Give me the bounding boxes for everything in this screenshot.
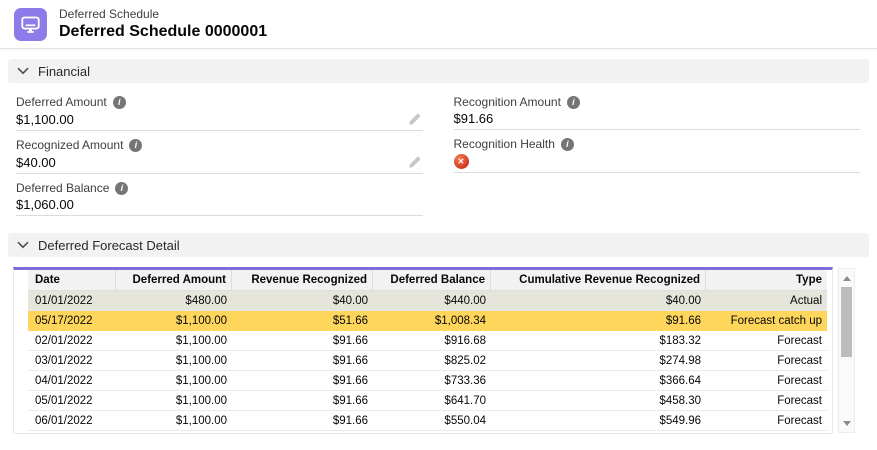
section-title-deferred-forecast-detail: Deferred Forecast Detail [38,238,180,253]
forecast-table: Date Deferred Amount Revenue Recognized … [13,267,833,434]
chevron-down-icon[interactable] [17,67,29,75]
cell-deferred-amount: $1,100.00 [116,315,232,327]
column-header-type[interactable]: Type [706,270,827,290]
vertical-scrollbar[interactable] [838,268,855,433]
scrollbar-thumb[interactable] [841,287,852,357]
field-recognition-amount: Recognition Amount i $91.66 [454,88,861,130]
record-object-label: Deferred Schedule [59,7,267,22]
field-recognition-health: Recognition Health i ✕ [454,130,861,173]
field-label: Deferred Balance [16,181,109,195]
section-header-financial[interactable]: Financial [8,59,869,83]
cell-type: Forecast [706,355,827,367]
field-label: Deferred Amount [16,95,107,109]
column-header-deferred-amount[interactable]: Deferred Amount [116,270,232,290]
cell-deferred-amount: $480.00 [116,295,232,307]
cell-revenue-recognized: $91.66 [232,335,373,347]
cell-type: Forecast [706,395,827,407]
page-title: Deferred Schedule 0000001 [59,22,267,42]
field-deferred-balance: Deferred Balance i $1,060.00 [16,174,423,216]
cell-date: 02/01/2022 [28,335,116,347]
cell-revenue-recognized: $51.66 [232,315,373,327]
cell-deferred-amount: $1,100.00 [116,415,232,427]
edit-pencil-icon[interactable] [407,154,423,170]
cell-revenue-recognized: $91.66 [232,415,373,427]
chevron-down-icon[interactable] [17,241,29,249]
cell-date: 01/01/2022 [28,295,116,307]
cell-cumulative-revenue-recognized: $458.30 [491,395,706,407]
cell-date: 06/01/2022 [28,415,116,427]
field-label: Recognition Health [454,137,555,151]
cell-deferred-balance: $641.70 [373,395,491,407]
info-icon[interactable]: i [129,139,142,152]
info-icon[interactable]: i [115,182,128,195]
table-row-clipped[interactable] [28,431,827,434]
cell-revenue-recognized: $91.66 [232,375,373,387]
cell-date: 04/01/2022 [28,375,116,387]
cell-cumulative-revenue-recognized: $40.00 [491,295,706,307]
cell-deferred-balance: $916.68 [373,335,491,347]
cell-revenue-recognized: $91.66 [232,355,373,367]
field-value: $1,060.00 [16,197,74,212]
section-title-financial: Financial [38,64,90,79]
financial-fields: Deferred Amount i $1,100.00 Recognized A… [16,88,860,216]
cell-type: Actual [706,295,827,307]
table-row[interactable]: 05/01/2022 $1,100.00 $91.66 $641.70 $458… [28,391,827,411]
field-value: $40.00 [16,155,56,170]
field-deferred-amount: Deferred Amount i $1,100.00 [16,88,423,131]
cell-cumulative-revenue-recognized: $183.32 [491,335,706,347]
cell-date: 03/01/2022 [28,355,116,367]
section-header-deferred-forecast-detail[interactable]: Deferred Forecast Detail [8,233,869,257]
field-value: $91.66 [454,111,494,126]
column-header-revenue-recognized[interactable]: Revenue Recognized [232,270,373,290]
cell-deferred-amount: $1,100.00 [116,355,232,367]
cell-deferred-balance: $733.36 [373,375,491,387]
cell-date: 05/17/2022 [28,315,116,327]
cell-deferred-amount: $1,100.00 [116,335,232,347]
field-recognized-amount: Recognized Amount i $40.00 [16,131,423,174]
deferred-schedule-record-icon [14,8,47,41]
fields-left-column: Deferred Amount i $1,100.00 Recognized A… [16,88,423,216]
cell-cumulative-revenue-recognized: $274.98 [491,355,706,367]
field-value: $1,100.00 [16,112,74,127]
cell-date: 05/01/2022 [28,395,116,407]
cell-deferred-balance: $1,008.34 [373,315,491,327]
cell-cumulative-revenue-recognized: $549.96 [491,415,706,427]
error-status-icon: ✕ [454,154,469,169]
cell-type: Forecast [706,415,827,427]
table-row[interactable]: 01/01/2022 $480.00 $40.00 $440.00 $40.00… [28,291,827,311]
column-header-date[interactable]: Date [28,270,116,290]
cell-type: Forecast [706,335,827,347]
cell-type: Forecast [706,375,827,387]
table-row-highlighted[interactable]: 05/17/2022 $1,100.00 $51.66 $1,008.34 $9… [28,311,827,331]
scroll-up-arrow-icon[interactable] [839,271,854,285]
cell-type: Forecast catch up [706,315,827,327]
cell-deferred-balance: $550.04 [373,415,491,427]
info-icon[interactable]: i [561,138,574,151]
fields-right-column: Recognition Amount i $91.66 Recognition … [454,88,861,216]
column-header-deferred-balance[interactable]: Deferred Balance [373,270,491,290]
cell-revenue-recognized: $91.66 [232,395,373,407]
cell-revenue-recognized: $40.00 [232,295,373,307]
table-row[interactable]: 04/01/2022 $1,100.00 $91.66 $733.36 $366… [28,371,827,391]
column-header-cumulative-revenue-recognized[interactable]: Cumulative Revenue Recognized [491,270,706,290]
cell-deferred-balance: $440.00 [373,295,491,307]
cell-deferred-amount: $1,100.00 [116,395,232,407]
field-label: Recognition Amount [454,95,561,109]
table-header-row: Date Deferred Amount Revenue Recognized … [28,270,827,291]
forecast-table-area: Date Deferred Amount Revenue Recognized … [13,267,877,434]
info-icon[interactable]: i [567,96,580,109]
cell-cumulative-revenue-recognized: $91.66 [491,315,706,327]
cell-deferred-balance: $825.02 [373,355,491,367]
desktop-monitor-icon [20,14,41,35]
table-row[interactable]: 03/01/2022 $1,100.00 $91.66 $825.02 $274… [28,351,827,371]
field-label: Recognized Amount [16,138,123,152]
table-row[interactable]: 06/01/2022 $1,100.00 $91.66 $550.04 $549… [28,411,827,431]
edit-pencil-icon[interactable] [407,111,423,127]
record-header: Deferred Schedule Deferred Schedule 0000… [0,0,877,49]
scroll-down-arrow-icon[interactable] [839,416,854,430]
cell-deferred-amount: $1,100.00 [116,375,232,387]
table-row[interactable]: 02/01/2022 $1,100.00 $91.66 $916.68 $183… [28,331,827,351]
cell-cumulative-revenue-recognized: $366.64 [491,375,706,387]
info-icon[interactable]: i [113,96,126,109]
